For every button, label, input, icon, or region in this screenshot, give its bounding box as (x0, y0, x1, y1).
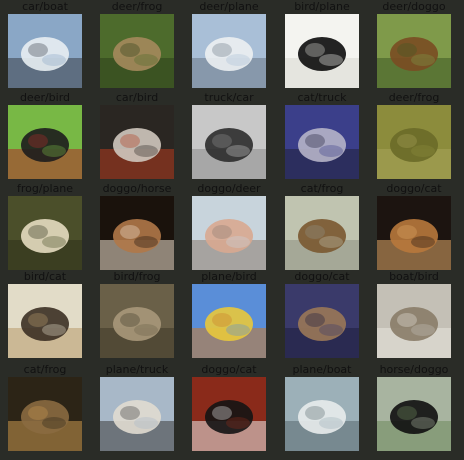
cell-label: frog/plane (16, 182, 74, 195)
black-white-cat-photo (192, 377, 266, 451)
white-car-photo (8, 14, 82, 88)
pale-dog-closeup-photo (192, 196, 266, 270)
yellow-bird-photo (192, 284, 266, 358)
cell-label: cat/truck (297, 91, 347, 104)
white-car-photo-graphic (8, 14, 82, 88)
vintage-car-photo (192, 105, 266, 179)
black-plane-on-white-graphic (285, 14, 359, 88)
brown-frog-photo-graphic (8, 377, 82, 451)
dog-lying-photo-graphic (377, 196, 451, 270)
black-chicken-photo-graphic (8, 105, 82, 179)
cell-label: cat/frog (300, 182, 344, 195)
black-white-cat-photo-graphic (192, 377, 266, 451)
toad-photo-graphic (100, 284, 174, 358)
shorebird-photo-graphic (377, 284, 451, 358)
dog-on-grass-photo (377, 14, 451, 88)
frog-in-moss-photo-graphic (377, 105, 451, 179)
cell-label: plane/truck (105, 363, 169, 376)
toad-photo (100, 284, 174, 358)
old-truck-photo-graphic (285, 105, 359, 179)
cell-label: car/bird (115, 91, 159, 104)
jet-plane-photo-graphic (192, 14, 266, 88)
frog-in-grass-photo-graphic (100, 14, 174, 88)
cell-label: car/boat (22, 0, 68, 13)
cell-label: deer/frog (111, 0, 163, 13)
cell-label: doggo/horse (102, 182, 172, 195)
dog-lying-photo (377, 196, 451, 270)
brown-frog-photo (8, 377, 82, 451)
cell-label: horse/doggo (379, 363, 449, 376)
cell-label: doggo/deer (197, 182, 261, 195)
old-truck-photo (285, 105, 359, 179)
image-grid: car/boat deer/frog deer/plane bird/plane dee… (0, 0, 464, 460)
yellow-bird-photo-graphic (192, 284, 266, 358)
cell-label: deer/bird (19, 91, 71, 104)
horse-head-photo (100, 196, 174, 270)
cell-label: deer/plane (199, 0, 259, 13)
cell-label: bird/frog (113, 270, 161, 283)
cell-label: doggo/cat (386, 182, 442, 195)
truck-trailer-photo (100, 377, 174, 451)
cell-label: truck/car (204, 91, 254, 104)
stealth-plane-photo (8, 196, 82, 270)
cell-label: doggo/cat (201, 363, 257, 376)
vintage-car-photo-graphic (192, 105, 266, 179)
cell-label: cat/frog (23, 363, 67, 376)
dog-on-grass-photo-graphic (377, 14, 451, 88)
black-dog-photo (377, 377, 451, 451)
white-ship-photo (285, 377, 359, 451)
cat-lying-photo-graphic (285, 196, 359, 270)
cell-label: bird/cat (23, 270, 67, 283)
cat-on-table-photo-graphic (8, 284, 82, 358)
truck-trailer-photo-graphic (100, 377, 174, 451)
cell-label: boat/bird (389, 270, 439, 283)
black-plane-on-white (285, 14, 359, 88)
emu-face-photo-graphic (100, 105, 174, 179)
cell-label: plane/boat (292, 363, 352, 376)
cat-sitting-photo (285, 284, 359, 358)
cell-label: doggo/cat (294, 270, 350, 283)
frog-in-grass-photo (100, 14, 174, 88)
cat-on-table-photo (8, 284, 82, 358)
cell-label: plane/bird (201, 270, 257, 283)
white-ship-photo-graphic (285, 377, 359, 451)
horse-head-photo-graphic (100, 196, 174, 270)
emu-face-photo (100, 105, 174, 179)
black-dog-photo-graphic (377, 377, 451, 451)
cell-label: deer/frog (388, 91, 440, 104)
cell-label: bird/plane (294, 0, 350, 13)
jet-plane-photo (192, 14, 266, 88)
stealth-plane-photo-graphic (8, 196, 82, 270)
black-chicken-photo (8, 105, 82, 179)
shorebird-photo (377, 284, 451, 358)
cell-label: deer/doggo (382, 0, 446, 13)
pale-dog-closeup-photo-graphic (192, 196, 266, 270)
frog-in-moss-photo (377, 105, 451, 179)
cat-sitting-photo-graphic (285, 284, 359, 358)
cat-lying-photo (285, 196, 359, 270)
